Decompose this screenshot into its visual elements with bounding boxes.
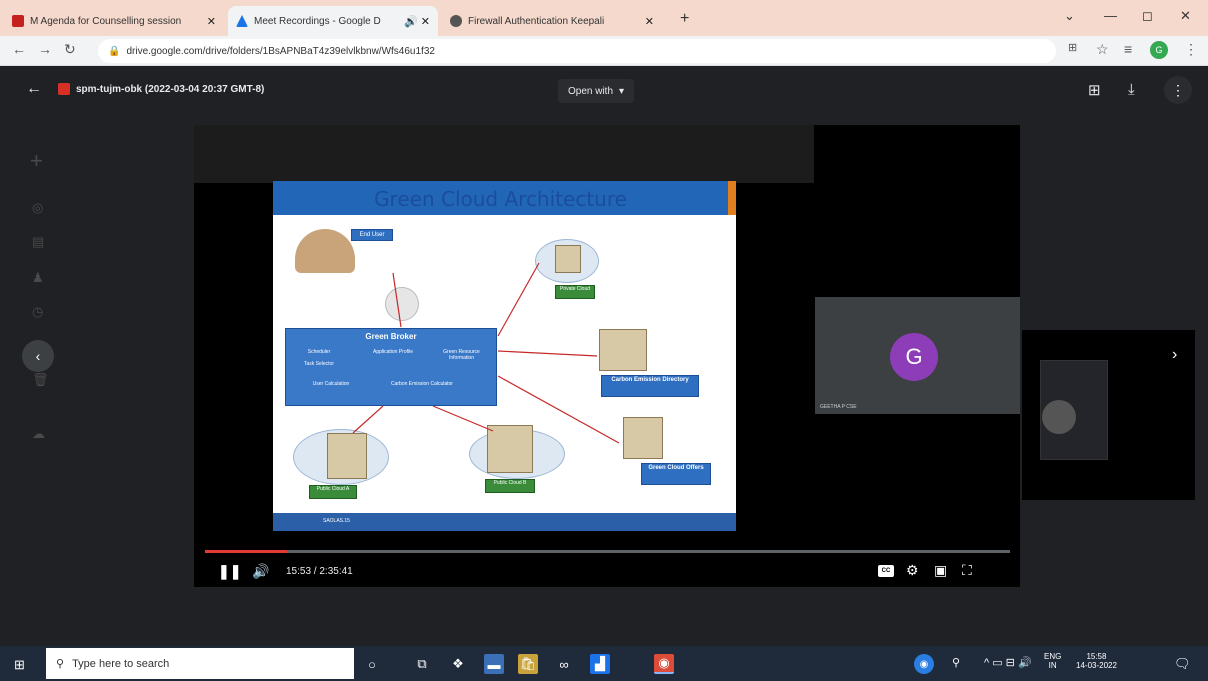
- diagram-arrows: [352, 262, 620, 444]
- video-file-icon: [58, 83, 70, 95]
- tab-title: M Agenda for Counselling session: [30, 15, 182, 27]
- new-icon: +: [30, 148, 43, 173]
- open-with-label: Open with: [568, 85, 614, 97]
- chrome-taskbar-icon[interactable]: ◉: [654, 654, 674, 674]
- settings-gear-icon[interactable]: ⚙: [906, 562, 919, 579]
- lock-icon: 🔒: [108, 45, 121, 57]
- clock-time: 15:58: [1086, 652, 1107, 661]
- reading-list-icon[interactable]: ≡: [1124, 41, 1132, 57]
- task-view-icon[interactable]: ⧉: [412, 654, 432, 674]
- language-indicator[interactable]: ENG IN: [1044, 652, 1061, 670]
- fullscreen-icon[interactable]: ⛶: [962, 562, 972, 579]
- mail-app-icon[interactable]: ▬: [484, 654, 504, 674]
- globe-icon: [450, 15, 462, 27]
- open-with-button[interactable]: Open with ▾: [558, 79, 635, 103]
- tab-search-icon[interactable]: ⌄: [1064, 8, 1075, 24]
- tab-agenda[interactable]: M Agenda for Counselling session ✕: [4, 6, 224, 36]
- lang-code: ENG: [1044, 652, 1062, 661]
- next-file-button[interactable]: ›: [1172, 346, 1177, 364]
- add-comment-icon[interactable]: ⊞: [1088, 81, 1101, 99]
- slide-footer: SAOLAS.15: [273, 513, 736, 531]
- network-app-icon[interactable]: ▟: [590, 654, 610, 674]
- more-options-icon[interactable]: ⋮: [1164, 76, 1192, 104]
- tray-app-icon[interactable]: ◉: [914, 654, 934, 674]
- playback-time: 15:53 / 2:35:41: [286, 566, 353, 577]
- file-title: spm-tujm-obk (2022-03-04 20:37 GMT-8): [76, 84, 265, 95]
- close-icon[interactable]: ✕: [645, 15, 654, 28]
- pause-icon[interactable]: ❚❚: [218, 563, 241, 580]
- miniplayer-icon[interactable]: ▣: [934, 562, 947, 579]
- gmail-icon: [12, 15, 24, 27]
- minimize-button[interactable]: —: [1104, 8, 1117, 23]
- progress-fill: [205, 550, 288, 553]
- install-app-icon[interactable]: ⊞: [1068, 41, 1077, 54]
- captions-button[interactable]: CC: [878, 565, 894, 577]
- maximize-button[interactable]: ◻: [1142, 8, 1153, 24]
- address-bar[interactable]: 🔒 drive.google.com/drive/folders/1BsAPNB…: [98, 39, 1056, 63]
- close-icon[interactable]: 🔊 ✕: [404, 15, 430, 28]
- taskbar-clock[interactable]: 15:58 14-03-2022: [1076, 652, 1117, 670]
- window-close-button[interactable]: ✕: [1180, 8, 1191, 24]
- previous-file-button[interactable]: ‹: [22, 340, 54, 372]
- reload-icon[interactable]: ↻: [64, 41, 76, 58]
- download-icon[interactable]: ⤓: [1128, 81, 1135, 98]
- search-icon: ⚲: [56, 658, 65, 670]
- chrome-menu-icon[interactable]: ⋮: [1184, 41, 1198, 58]
- participant-name: GEETHA P CSE: [820, 404, 857, 410]
- presentation-slide: Green Cloud Architecture End User Green …: [273, 181, 736, 531]
- forward-icon[interactable]: →: [38, 41, 52, 57]
- bookmark-star-icon[interactable]: ☆: [1096, 41, 1109, 58]
- windows-start-icon[interactable]: ⊞: [14, 657, 25, 673]
- dropbox-icon[interactable]: ❖: [448, 654, 468, 674]
- storage-icon: ☁: [32, 426, 45, 441]
- caret-down-icon: ▾: [619, 85, 625, 97]
- play-circle-icon: [1042, 400, 1076, 434]
- store-icon[interactable]: 🛍: [518, 654, 538, 674]
- video-top-strip: [194, 125, 814, 183]
- tab-title: Firewall Authentication Keepali: [468, 15, 605, 27]
- search-placeholder: Type here to search: [72, 657, 170, 670]
- people-icon: ♟: [32, 270, 44, 285]
- tab-firewall[interactable]: Firewall Authentication Keepali ✕: [442, 6, 662, 36]
- url-text: drive.google.com/drive/folders/1BsAPNBaT…: [126, 45, 435, 57]
- region-code: IN: [1048, 661, 1057, 670]
- infinity-app-icon[interactable]: ∞: [554, 654, 574, 674]
- back-icon[interactable]: ←: [12, 41, 26, 57]
- tab-title: Meet Recordings - Google D: [254, 15, 381, 27]
- back-arrow-icon[interactable]: ←: [26, 80, 42, 98]
- tray-chevron-icon[interactable]: ^ ▭ ⊟ 🔊: [984, 656, 1032, 669]
- volume-icon[interactable]: 🔊: [252, 563, 269, 580]
- clock-date: 14-03-2022: [1076, 661, 1117, 670]
- profile-avatar[interactable]: G: [1150, 41, 1168, 59]
- close-icon[interactable]: ✕: [207, 15, 216, 28]
- participant-avatar: G: [890, 333, 938, 381]
- trash-icon: 🗑: [32, 372, 49, 387]
- shared-drives-icon: ▤: [32, 234, 45, 249]
- drive-icon: [236, 15, 248, 27]
- new-tab-button[interactable]: +: [680, 10, 689, 28]
- recent-icon: ◷: [32, 304, 44, 319]
- tray-network-icon[interactable]: ⚲: [952, 656, 960, 669]
- progress-track[interactable]: [205, 550, 1010, 553]
- notification-icon[interactable]: 🗨: [1174, 656, 1191, 672]
- cortana-icon[interactable]: ○: [362, 654, 382, 674]
- tab-meet-recordings[interactable]: Meet Recordings - Google D 🔊 ✕: [228, 6, 438, 36]
- taskbar-search[interactable]: ⚲ Type here to search: [46, 648, 354, 679]
- drive-icon: ◎: [32, 200, 44, 215]
